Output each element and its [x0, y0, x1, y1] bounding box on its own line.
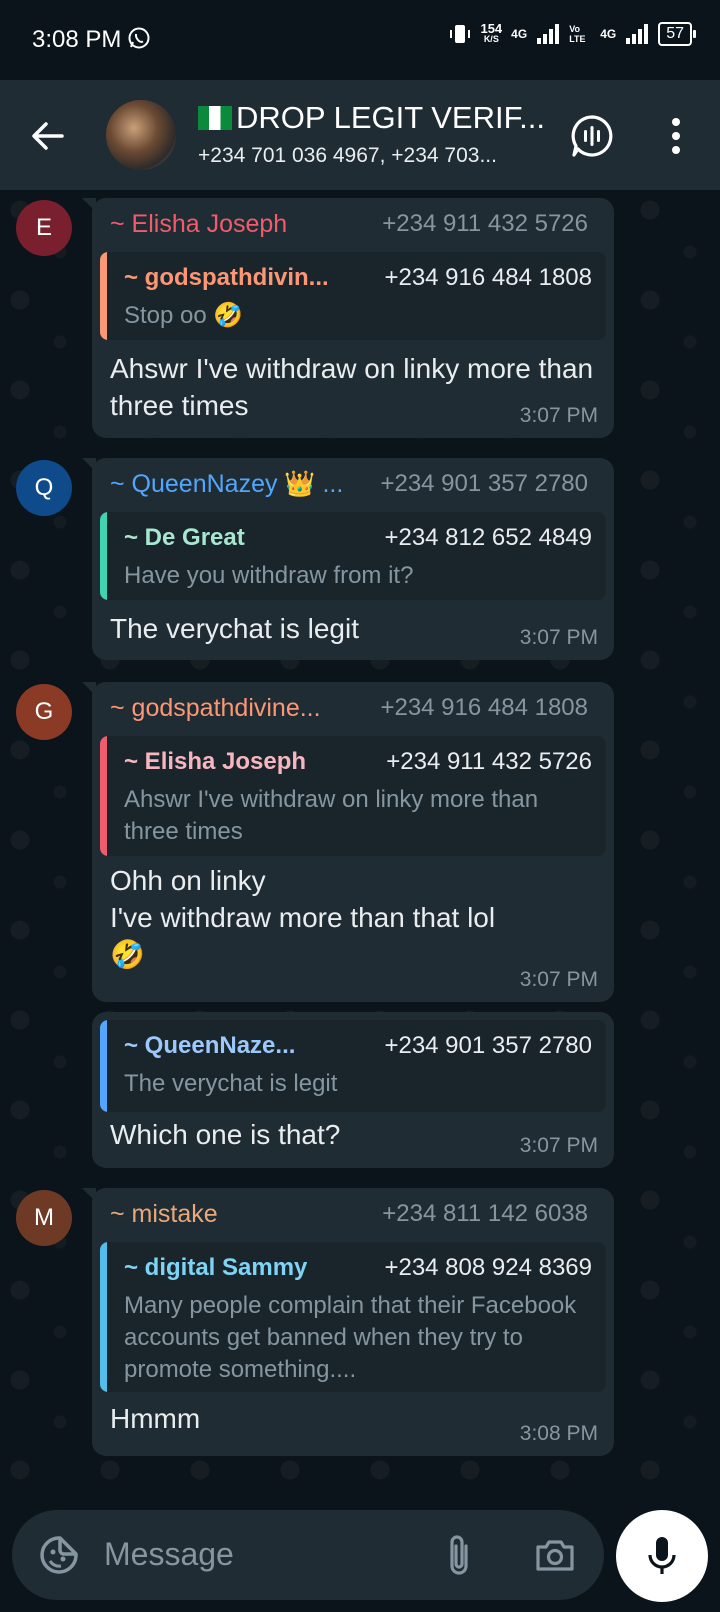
network-type-1: 4G [511, 27, 528, 41]
quote-phone: +234 916 484 1808 [384, 264, 592, 291]
chat-header: DROP LEGIT VERIF... +234 701 036 4967, +… [0, 80, 720, 190]
quote-text: The verychat is legit [124, 1070, 338, 1097]
message-time: 3:08 PM [519, 1422, 598, 1445]
network-speed: 154 K/S [480, 21, 503, 44]
avatar[interactable]: M [16, 1190, 72, 1246]
status-bar: 3:08 PM 154 K/S 4G Vo LTE 4G 57 [0, 0, 720, 80]
status-time: 3:08 PM [32, 26, 122, 53]
group-avatar[interactable] [106, 100, 176, 170]
whatsapp-notification-icon [128, 27, 150, 49]
message-header: ~ mistake +234 811 142 6038 [110, 1200, 588, 1229]
sender-name[interactable]: ~ Elisha Joseph [110, 210, 287, 239]
quote-phone: +234 812 652 4849 [384, 524, 592, 551]
sender-phone: +234 811 142 6038 [382, 1200, 588, 1227]
quote-bar [100, 736, 107, 856]
quote-phone: +234 911 432 5726 [386, 748, 592, 775]
quote-header: ~ godspathdivin... +234 916 484 1808 [124, 264, 592, 292]
network-type-2: 4G [600, 27, 617, 41]
quote-text: Stop oo 🤣 [124, 302, 244, 329]
quote-bar [100, 512, 107, 600]
message-bubble[interactable]: ~ godspathdivine... +234 916 484 1808 ~ … [82, 682, 614, 1002]
signal-icon-2 [626, 24, 649, 44]
battery-indicator: 57 [658, 22, 696, 46]
message-bubble[interactable]: ~ QueenNaze... +234 901 357 2780 The ver… [92, 1012, 614, 1168]
quote-bar [100, 252, 107, 340]
composer: Message [0, 1496, 720, 1612]
quote-sender: ~ Elisha Joseph [124, 748, 307, 775]
bubble-tail [82, 198, 96, 212]
microphone-icon [648, 1537, 676, 1574]
message-time: 3:07 PM [519, 626, 598, 649]
more-options-icon[interactable] [662, 114, 690, 158]
avatar[interactable]: E [16, 200, 72, 256]
group-members[interactable]: +234 701 036 4967, +234 703... [198, 144, 543, 168]
quoted-message[interactable]: ~ QueenNaze... +234 901 357 2780 The ver… [100, 1020, 606, 1112]
avatar[interactable]: Q [16, 460, 72, 516]
sender-phone: +234 901 357 2780 [380, 470, 588, 497]
quote-text: Ahswr I've withdraw on linky more than t… [124, 786, 539, 845]
volte-label: Vo LTE [569, 24, 586, 44]
quote-header: ~ QueenNaze... +234 901 357 2780 [124, 1032, 592, 1060]
quote-header: ~ De Great +234 812 652 4849 [124, 524, 592, 552]
sticker-emoji-icon[interactable] [36, 1532, 82, 1578]
bubble-tail [82, 1188, 96, 1202]
message-input-container[interactable]: Message [12, 1510, 604, 1600]
message-bubble[interactable]: ~ mistake +234 811 142 6038 ~ digital Sa… [82, 1188, 614, 1456]
camera-icon[interactable] [534, 1534, 576, 1576]
quoted-message[interactable]: ~ digital Sammy +234 808 924 8369 Many p… [100, 1242, 606, 1392]
sender-name[interactable]: ~ godspathdivine... [110, 694, 321, 723]
group-title[interactable]: DROP LEGIT VERIF... [198, 100, 548, 136]
quote-text: Many people complain that their Facebook… [124, 1292, 577, 1383]
message-bubble[interactable]: ~ QueenNazey 👑 ... +234 901 357 2780 ~ D… [82, 458, 614, 660]
vibrate-icon [450, 25, 471, 43]
bubble-tail [82, 458, 96, 472]
message-header: ~ godspathdivine... +234 916 484 1808 [110, 694, 588, 723]
quote-phone: +234 901 357 2780 [384, 1032, 592, 1059]
quoted-message[interactable]: ~ Elisha Joseph +234 911 432 5726 Ahswr … [100, 736, 606, 856]
rofl-emoji-icon: 🤣 [110, 939, 145, 970]
status-icons: 154 K/S 4G Vo LTE 4G 57 [449, 21, 696, 46]
voice-chat-icon[interactable] [570, 114, 614, 158]
message-header: ~ QueenNazey 👑 ... +234 901 357 2780 [110, 470, 588, 499]
nigeria-flag-icon [198, 106, 232, 130]
message-bubble[interactable]: ~ Elisha Joseph +234 911 432 5726 ~ gods… [82, 198, 614, 438]
sender-name[interactable]: ~ QueenNazey 👑 ... [110, 470, 343, 499]
quote-header: ~ digital Sammy +234 808 924 8369 [124, 1254, 592, 1282]
sender-phone: +234 916 484 1808 [380, 694, 588, 721]
bubble-tail [82, 682, 96, 696]
quoted-message[interactable]: ~ godspathdivin... +234 916 484 1808 Sto… [100, 252, 606, 340]
voice-record-button[interactable] [616, 1510, 708, 1602]
quoted-message[interactable]: ~ De Great +234 812 652 4849 Have you wi… [100, 512, 606, 600]
back-arrow-icon[interactable] [28, 116, 68, 156]
quote-phone: +234 808 924 8369 [384, 1254, 592, 1281]
message-time: 3:07 PM [519, 404, 598, 427]
chat-area[interactable]: E ~ Elisha Joseph +234 911 432 5726 ~ go… [0, 190, 720, 1496]
attach-icon[interactable] [442, 1532, 476, 1578]
quote-sender: ~ QueenNaze... [124, 1032, 296, 1059]
quote-sender: ~ digital Sammy [124, 1254, 308, 1281]
sender-phone: +234 911 432 5726 [382, 210, 588, 237]
avatar[interactable]: G [16, 684, 72, 740]
quote-sender: ~ De Great [124, 524, 245, 551]
quote-sender: ~ godspathdivin... [124, 264, 329, 291]
sender-name[interactable]: ~ mistake [110, 1200, 218, 1229]
message-time: 3:07 PM [519, 968, 598, 991]
signal-icon-1 [537, 24, 560, 44]
quote-bar [100, 1242, 107, 1392]
message-input[interactable]: Message [104, 1536, 234, 1573]
message-text: Ohh on linky I've withdraw more than tha… [110, 862, 594, 973]
quote-header: ~ Elisha Joseph +234 911 432 5726 [124, 748, 592, 776]
quote-text: Have you withdraw from it? [124, 562, 414, 589]
message-time: 3:07 PM [519, 1134, 598, 1157]
quote-bar [100, 1020, 107, 1112]
message-header: ~ Elisha Joseph +234 911 432 5726 [110, 210, 588, 239]
